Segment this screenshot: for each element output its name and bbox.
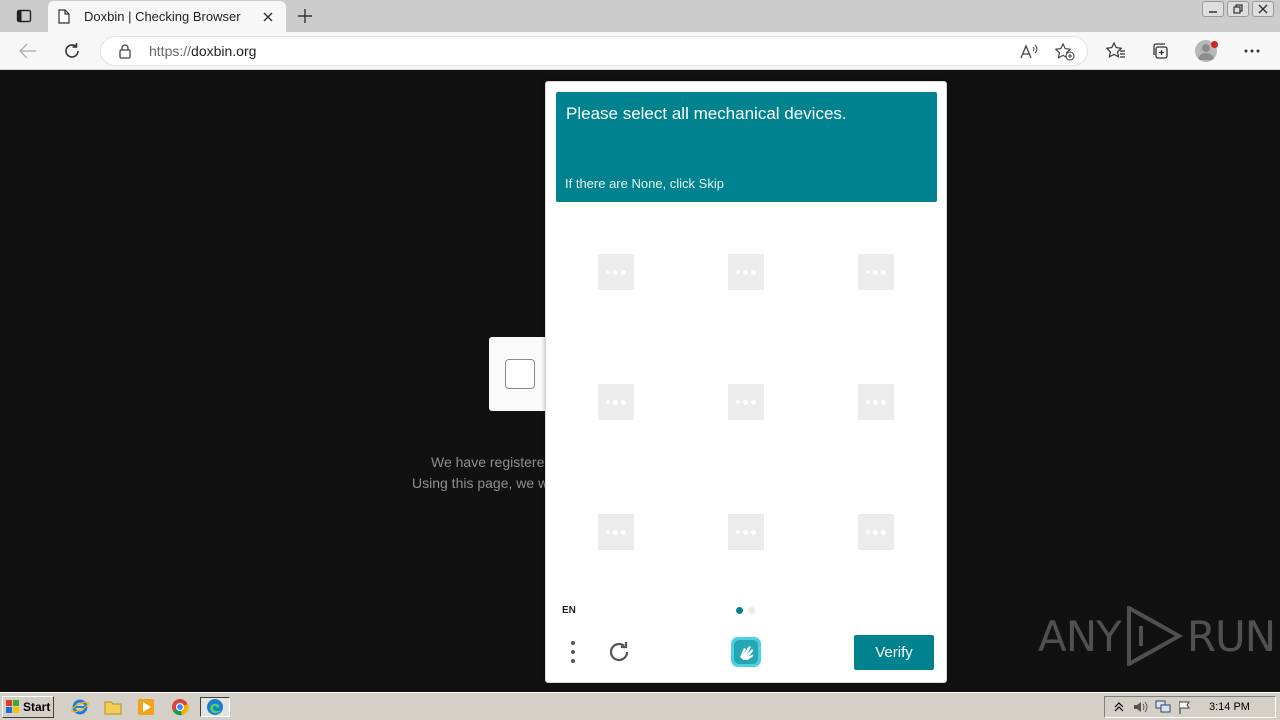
captcha-dialog: Please select all mechanical devices. If…: [545, 81, 947, 683]
loading-placeholder-icon: [598, 254, 634, 290]
url-protocol: https://: [149, 43, 192, 59]
loading-placeholder-icon: [858, 384, 894, 420]
captcha-cell-5[interactable]: [686, 337, 813, 467]
hcaptcha-logo-icon[interactable]: [729, 635, 763, 669]
verify-button[interactable]: Verify: [854, 635, 934, 670]
captcha-cell-6[interactable]: [816, 337, 943, 467]
start-button[interactable]: Start: [2, 696, 54, 718]
captcha-cell-1[interactable]: [556, 207, 683, 337]
start-label: Start: [23, 700, 51, 714]
play-logo-icon: [1126, 606, 1183, 666]
network-icon[interactable]: [1155, 699, 1171, 715]
captcha-prompt-title: Please select all mechanical devices.: [566, 104, 847, 123]
edge-icon[interactable]: [200, 697, 230, 717]
language-selector[interactable]: EN: [562, 605, 576, 616]
media-player-icon[interactable]: [135, 697, 157, 717]
pager-dot-2: [748, 607, 755, 614]
system-tray: 3:14 PM: [1104, 696, 1276, 718]
favorites-button[interactable]: [1102, 37, 1130, 65]
captcha-cell-7[interactable]: [556, 467, 683, 597]
captcha-image-grid: [556, 207, 937, 597]
loading-placeholder-icon: [728, 384, 764, 420]
plus-icon: [298, 9, 312, 23]
collections-button[interactable]: [1146, 37, 1174, 65]
loading-placeholder-icon: [728, 254, 764, 290]
internet-explorer-icon[interactable]: [69, 697, 91, 717]
challenge-checkbox[interactable]: [505, 359, 535, 389]
captcha-cell-4[interactable]: [556, 337, 683, 467]
profile-notification-dot: [1211, 41, 1218, 48]
taskbar: Start 3:14 PM: [0, 692, 1280, 720]
file-explorer-icon[interactable]: [102, 697, 124, 717]
watermark-left-text: ANY: [1038, 611, 1122, 661]
pager-dot-1: [736, 607, 743, 614]
url-text: https://doxbin.org: [149, 43, 256, 59]
windows-logo-icon: [6, 700, 19, 713]
loading-placeholder-icon: [598, 514, 634, 550]
minimize-icon: [1209, 11, 1217, 13]
page-text-line-1: We have registere: [431, 454, 545, 470]
page-text-line-2: Using this page, we w: [412, 475, 549, 491]
url-domain: doxbin.org: [191, 43, 257, 59]
favorites-icon: [1106, 42, 1125, 58]
refresh-icon: [65, 43, 79, 58]
back-arrow-icon: [19, 43, 36, 59]
captcha-cell-9[interactable]: [816, 467, 943, 597]
tab-actions-icon: [16, 9, 32, 23]
watermark-right-text: RUN: [1186, 611, 1276, 661]
add-favorite-icon[interactable]: [1054, 41, 1076, 63]
loading-placeholder-icon: [858, 514, 894, 550]
loading-placeholder-icon: [598, 384, 634, 420]
tab-strip: Doxbin | Checking Browser: [0, 0, 1280, 32]
captcha-prompt: Please select all mechanical devices. If…: [556, 92, 937, 202]
restore-icon: [1233, 4, 1243, 14]
loading-placeholder-icon: [728, 514, 764, 550]
tab-title: Doxbin | Checking Browser: [84, 9, 241, 24]
captcha-cell-3[interactable]: [816, 207, 943, 337]
volume-icon[interactable]: [1133, 699, 1149, 715]
challenge-pager: [736, 607, 755, 614]
close-window-button[interactable]: [1252, 1, 1274, 17]
refresh-icon: [609, 642, 629, 662]
close-tab-icon[interactable]: [260, 9, 276, 25]
browser-toolbar: https://doxbin.org: [0, 32, 1280, 70]
window-controls: [1202, 1, 1274, 17]
minimize-button[interactable]: [1202, 1, 1224, 17]
action-center-flag-icon[interactable]: [1177, 699, 1193, 715]
more-vertical-icon: [571, 641, 575, 663]
active-tab[interactable]: Doxbin | Checking Browser: [48, 1, 286, 32]
read-aloud-icon[interactable]: [1018, 41, 1040, 63]
restore-button[interactable]: [1227, 1, 1249, 17]
captcha-prompt-subtitle: If there are None, click Skip: [565, 176, 724, 191]
captcha-refresh-button[interactable]: [604, 637, 634, 667]
close-icon: [1258, 4, 1268, 14]
captcha-menu-button[interactable]: [562, 637, 584, 667]
captcha-cell-2[interactable]: [686, 207, 813, 337]
tab-actions-button[interactable]: [8, 4, 40, 28]
refresh-button[interactable]: [58, 37, 86, 65]
anyrun-watermark: ANY RUN: [1038, 606, 1276, 666]
settings-menu-button[interactable]: [1238, 37, 1266, 65]
loading-placeholder-icon: [858, 254, 894, 290]
show-hidden-icons-icon[interactable]: [1111, 699, 1127, 715]
collections-icon: [1153, 43, 1168, 59]
new-tab-button[interactable]: [294, 5, 316, 27]
taskbar-clock[interactable]: 3:14 PM: [1209, 701, 1250, 713]
more-horizontal-icon: [1244, 49, 1260, 53]
address-bar[interactable]: https://doxbin.org: [100, 36, 1088, 66]
page-icon: [58, 9, 72, 25]
captcha-cell-8[interactable]: [686, 467, 813, 597]
back-button[interactable]: [14, 37, 42, 65]
lock-icon[interactable]: [119, 44, 131, 62]
chrome-icon[interactable]: [169, 697, 191, 717]
